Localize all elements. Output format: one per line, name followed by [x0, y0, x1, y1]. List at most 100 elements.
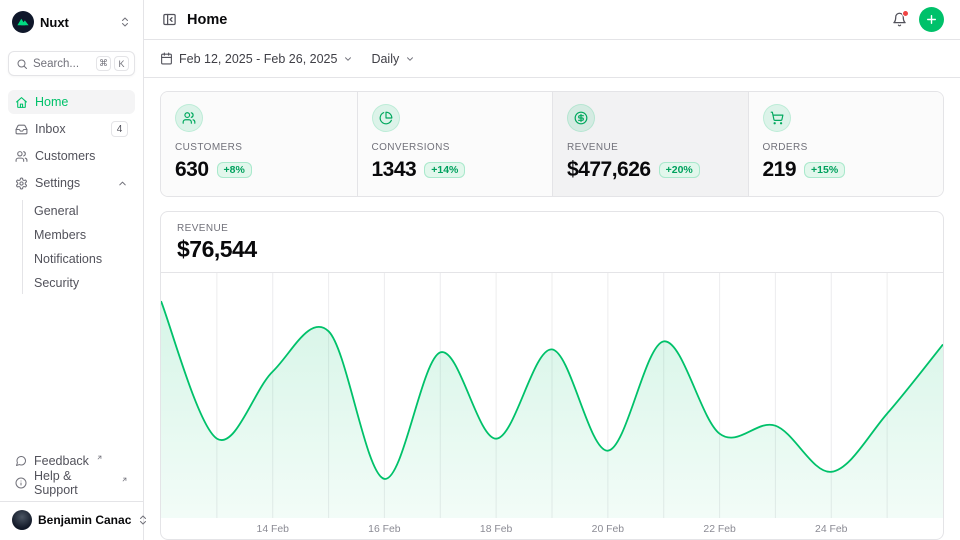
stat-delta-badge: +14% — [424, 162, 465, 179]
stat-label: CUSTOMERS — [175, 142, 343, 153]
stat-value: $477,626 — [567, 158, 651, 182]
inbox-icon — [15, 123, 28, 136]
search-input[interactable] — [33, 58, 91, 70]
chart-header: REVENUE $76,544 — [161, 212, 943, 272]
topbar-actions — [890, 7, 944, 32]
revenue-chart-card: REVENUE $76,544 14 Feb 16 Feb 18 Feb 20 Feb… — [160, 211, 944, 540]
chart-plot-area: 14 Feb 16 Feb 18 Feb 20 Feb 22 Feb 24 Feb — [161, 272, 943, 539]
users-icon — [175, 104, 203, 132]
app-window: Nuxt ⌘ K Home Inbox 4 Customers — [0, 0, 960, 540]
chevron-down-icon — [343, 54, 353, 64]
date-range-value: Feb 12, 2025 - Feb 26, 2025 — [179, 52, 337, 66]
topbar: Home — [144, 0, 960, 40]
svg-text:24 Feb: 24 Feb — [815, 524, 848, 535]
interval-value: Daily — [371, 52, 399, 66]
sidebar-item-label: Inbox — [35, 122, 66, 136]
users-icon — [15, 150, 28, 163]
sidebar: Nuxt ⌘ K Home Inbox 4 Customers — [0, 0, 144, 540]
workspace-name: Nuxt — [40, 15, 69, 30]
shopping-cart-icon — [763, 104, 791, 132]
sidebar-item-general[interactable]: General — [34, 200, 135, 222]
external-link-icon — [96, 454, 103, 461]
chevron-down-icon — [405, 54, 415, 64]
pie-chart-icon — [372, 104, 400, 132]
stats-row: CUSTOMERS 630 +8% CONVERSIONS 1343 +14% — [160, 91, 944, 197]
search-shortcut: ⌘ K — [96, 56, 129, 71]
nuxt-logo-icon — [12, 11, 34, 33]
house-icon — [15, 96, 28, 109]
chart-metric-value: $76,544 — [177, 236, 927, 263]
sidebar-item-label: Home — [35, 95, 68, 109]
user-menu[interactable]: Benjamin Canac — [8, 508, 135, 532]
date-range-picker[interactable]: Feb 12, 2025 - Feb 26, 2025 — [160, 52, 353, 66]
stat-card-revenue[interactable]: REVENUE $477,626 +20% — [552, 92, 748, 196]
circle-dollar-icon — [567, 104, 595, 132]
sidebar-item-home[interactable]: Home — [8, 90, 135, 114]
revenue-chart[interactable]: 14 Feb 16 Feb 18 Feb 20 Feb 22 Feb 24 Feb — [161, 273, 943, 539]
chart-metric-label: REVENUE — [177, 223, 927, 234]
sidebar-item-notifications[interactable]: Notifications — [34, 248, 135, 270]
chevrons-up-down-icon — [119, 16, 131, 28]
help-support-link[interactable]: Help & Support — [8, 472, 135, 494]
chevron-up-icon — [117, 178, 128, 189]
search-input-wrapper[interactable]: ⌘ K — [8, 51, 135, 76]
svg-text:22 Feb: 22 Feb — [703, 524, 736, 535]
stat-label: ORDERS — [763, 142, 930, 153]
stat-card-orders[interactable]: ORDERS 219 +15% — [748, 92, 944, 196]
avatar — [12, 510, 32, 530]
kbd-key: K — [114, 56, 129, 71]
sidebar-nav: Home Inbox 4 Customers Settings General … — [8, 90, 135, 294]
stat-card-conversions[interactable]: CONVERSIONS 1343 +14% — [357, 92, 553, 196]
dashboard-content: CUSTOMERS 630 +8% CONVERSIONS 1343 +14% — [144, 78, 960, 540]
stat-label: CONVERSIONS — [372, 142, 539, 153]
sidebar-spacer — [8, 294, 135, 450]
submenu-label: Notifications — [34, 252, 102, 266]
notification-dot — [902, 10, 909, 17]
sidebar-collapse-button[interactable] — [160, 10, 179, 29]
notifications-button[interactable] — [890, 10, 909, 29]
sidebar-divider — [0, 501, 143, 502]
info-circle-icon — [15, 477, 27, 489]
settings-submenu: General Members Notifications Security — [22, 200, 135, 294]
plus-icon — [925, 13, 938, 26]
sidebar-item-label: Customers — [35, 149, 95, 163]
message-circle-icon — [15, 455, 27, 467]
submenu-label: Security — [34, 276, 79, 290]
filters-toolbar: Feb 12, 2025 - Feb 26, 2025 Daily — [144, 40, 960, 78]
feedback-label: Feedback — [34, 454, 89, 468]
page-title: Home — [187, 12, 227, 28]
sidebar-item-customers[interactable]: Customers — [8, 144, 135, 168]
stat-delta-badge: +8% — [217, 162, 252, 179]
calendar-icon — [160, 52, 173, 65]
sidebar-item-label: Settings — [35, 176, 80, 190]
add-button[interactable] — [919, 7, 944, 32]
help-support-label: Help & Support — [34, 469, 114, 497]
svg-text:20 Feb: 20 Feb — [592, 524, 625, 535]
stat-delta-badge: +15% — [804, 162, 845, 179]
interval-select[interactable]: Daily — [371, 52, 415, 66]
stat-delta-badge: +20% — [659, 162, 700, 179]
sidebar-item-members[interactable]: Members — [34, 224, 135, 246]
stat-value: 630 — [175, 158, 209, 182]
panel-left-close-icon — [162, 12, 177, 27]
external-link-icon — [121, 476, 128, 483]
stat-card-customers[interactable]: CUSTOMERS 630 +8% — [161, 92, 357, 196]
sidebar-item-inbox[interactable]: Inbox 4 — [8, 117, 135, 141]
main-area: Home Feb 12, 2025 - Feb 26, 2025 Daily — [144, 0, 960, 540]
svg-text:14 Feb: 14 Feb — [257, 524, 290, 535]
inbox-count-badge: 4 — [111, 121, 128, 137]
submenu-label: Members — [34, 228, 86, 242]
svg-text:18 Feb: 18 Feb — [480, 524, 513, 535]
stat-label: REVENUE — [567, 142, 734, 153]
workspace-switcher[interactable]: Nuxt — [8, 8, 135, 36]
sidebar-item-security[interactable]: Security — [34, 272, 135, 294]
gear-icon — [15, 177, 28, 190]
kbd-meta: ⌘ — [96, 56, 111, 71]
search-icon — [16, 58, 28, 70]
sidebar-item-settings[interactable]: Settings — [8, 171, 135, 195]
user-name: Benjamin Canac — [38, 513, 131, 527]
stat-value: 1343 — [372, 158, 417, 182]
stat-value: 219 — [763, 158, 797, 182]
svg-text:16 Feb: 16 Feb — [368, 524, 401, 535]
submenu-label: General — [34, 204, 78, 218]
